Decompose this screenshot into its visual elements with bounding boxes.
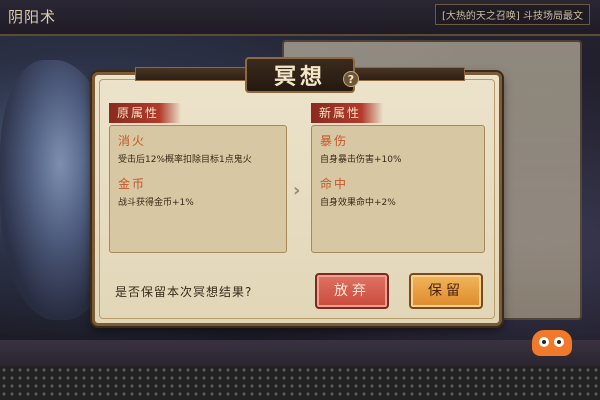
title-ornament-left [135, 67, 255, 81]
bottom-bar [0, 340, 600, 366]
new-attribute-description: 自身暴击伤害+10% [320, 155, 402, 165]
new-attributes-label: 新属性 [311, 103, 383, 123]
title-ornament-right [345, 67, 465, 81]
top-banner[interactable]: [大热的天之召唤] 斗技场局最文 [435, 4, 590, 25]
bottom-dotted-strip [0, 366, 600, 400]
mascot-icon [532, 330, 572, 356]
mascot-eye-right [554, 337, 564, 347]
original-attributes-panel: 消火 受击后12%概率扣除目标1点鬼火 金币 战斗获得金币+1% [109, 125, 287, 253]
new-attribute-name: 暴伤 [320, 134, 349, 148]
new-attributes-panel: 暴伤 自身暴击伤害+10% 命中 自身效果命中+2% [311, 125, 485, 253]
original-attributes-label: 原属性 [109, 103, 181, 123]
keep-result-question: 是否保留本次冥想结果? [115, 285, 253, 299]
dialog-title: 冥想 [273, 64, 326, 90]
original-attribute-name: 金币 [118, 177, 147, 191]
new-attribute-name: 命中 [320, 177, 349, 191]
abandon-button[interactable]: 放弃 [315, 273, 389, 309]
chevron-right-icon: › [293, 180, 301, 201]
keep-button[interactable]: 保留 [409, 273, 483, 309]
top-bar: 阴阳术 [大热的天之召唤] 斗技场局最文 [0, 0, 600, 36]
app-title: 阴阳术 [8, 8, 57, 26]
original-attribute-name: 消火 [118, 134, 147, 148]
mascot-eye-left [539, 337, 549, 347]
question-icon[interactable]: ? [343, 71, 359, 87]
dialog-title-plaque: 冥想 [245, 57, 355, 93]
original-attribute-description: 战斗获得金币+1% [118, 198, 194, 208]
new-attribute-description: 自身效果命中+2% [320, 198, 396, 208]
meditation-dialog: 冥想 ? 原属性 消火 受击后12%概率扣除目标1点鬼火 金币 战斗获得金币+1… [92, 57, 502, 326]
original-attribute-description: 受击后12%概率扣除目标1点鬼火 [118, 155, 252, 165]
